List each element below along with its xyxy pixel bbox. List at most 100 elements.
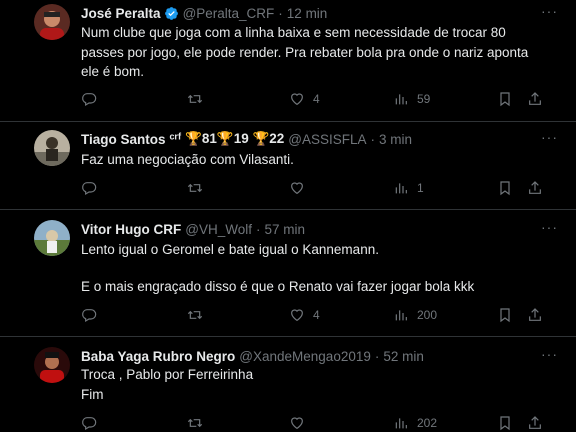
handle[interactable]: @XandeMengao2019 (239, 349, 371, 364)
view-count: 202 (417, 416, 438, 430)
reply-button[interactable] (81, 179, 97, 197)
avatar[interactable] (34, 220, 70, 256)
share-button[interactable] (527, 414, 543, 432)
bookmark-button[interactable] (497, 306, 513, 324)
handle[interactable]: @VH_Wolf (185, 222, 252, 237)
reply-button[interactable] (81, 306, 97, 324)
like-count: 4 (313, 308, 320, 322)
tweet-text: Num clube que joga com a linha baixa e s… (81, 23, 556, 82)
reply-icon (82, 182, 97, 196)
retweet-icon (187, 418, 203, 428)
reply-button[interactable] (81, 90, 97, 108)
reply-feed: José Peralta @Peralta_CRF · 12 min ··· N… (0, 0, 576, 432)
retweet-button[interactable] (187, 90, 203, 108)
tweet-header: Vitor Hugo CRF @VH_Wolf · 57 min (81, 220, 566, 238)
timestamp[interactable]: 57 min (264, 222, 305, 237)
bookmark-icon (500, 92, 510, 107)
display-name[interactable]: Baba Yaga Rubro Negro (81, 349, 235, 364)
share-icon (529, 92, 541, 105)
display-name[interactable]: José Peralta (81, 6, 161, 21)
tweet-header: Baba Yaga Rubro Negro @XandeMengao2019 ·… (81, 347, 566, 365)
bookmark-button[interactable] (497, 179, 513, 197)
bookmark-button[interactable] (497, 414, 513, 432)
retweet-button[interactable] (187, 179, 203, 197)
bookmark-icon (500, 181, 510, 196)
reply-button[interactable] (81, 414, 97, 432)
tweet-header: José Peralta @Peralta_CRF · 12 min (81, 4, 566, 22)
views-button[interactable]: 202 (393, 414, 437, 432)
name-decoration: ᶜʳᶠ 🏆81🏆19 🏆22 (169, 131, 285, 146)
views-button[interactable]: 1 (393, 179, 424, 197)
tweet-text: Lento igual o Geromel e bate igual o Kan… (81, 240, 556, 296)
bookmark-button[interactable] (497, 90, 513, 108)
more-icon[interactable]: ··· (541, 219, 558, 235)
avatar[interactable] (34, 347, 70, 383)
bookmark-icon (500, 308, 510, 323)
tweet-text-line: Lento igual o Geromel e bate igual o Kan… (81, 242, 379, 257)
views-icon (395, 418, 407, 429)
tweet-text: Troca , Pablo por Ferreirinha Fim (81, 365, 556, 404)
display-name[interactable]: Tiago Santos (81, 132, 166, 147)
view-count: 59 (417, 92, 431, 106)
tweet-text-line: Fim (81, 386, 104, 402)
more-icon[interactable]: ··· (541, 3, 558, 19)
like-icon (291, 417, 303, 430)
separator: · (370, 131, 376, 147)
handle[interactable]: @Peralta_CRF (183, 6, 275, 21)
timestamp[interactable]: 12 min (287, 6, 328, 21)
share-button[interactable] (527, 306, 543, 324)
tweet-text-line: ele é bom. (81, 64, 145, 79)
tweet-header: Tiago Santos ᶜʳᶠ 🏆81🏆19 🏆22 @ASSISFLA · … (81, 130, 566, 148)
tweet-text-line: Faz uma negociação com Vilasanti. (81, 152, 294, 167)
like-button[interactable] (289, 179, 305, 197)
views-button[interactable]: 200 (393, 306, 437, 324)
tweet[interactable]: Tiago Santos ᶜʳᶠ 🏆81🏆19 🏆22 @ASSISFLA · … (0, 122, 576, 210)
more-icon[interactable]: ··· (541, 346, 558, 362)
reply-icon (82, 417, 97, 431)
share-button[interactable] (527, 179, 543, 197)
retweet-icon (187, 310, 203, 320)
action-bar: 4 200 (81, 306, 576, 324)
tweet-text-line: Troca , Pablo por Ferreirinha (81, 367, 254, 382)
tweet[interactable]: Vitor Hugo CRF @VH_Wolf · 57 min ··· Len… (0, 210, 576, 337)
tweet[interactable]: Baba Yaga Rubro Negro @XandeMengao2019 ·… (0, 337, 576, 432)
tweet-text-line: E o mais engraçado disso é que o Renato … (81, 278, 475, 294)
avatar[interactable] (34, 4, 70, 40)
views-icon (395, 310, 407, 321)
handle[interactable]: @ASSISFLA (288, 132, 366, 147)
separator: · (278, 5, 283, 21)
tweet[interactable]: José Peralta @Peralta_CRF · 12 min ··· N… (0, 0, 576, 122)
timestamp[interactable]: 3 min (379, 132, 412, 147)
retweet-button[interactable] (187, 306, 203, 324)
retweet-button[interactable] (187, 414, 203, 432)
like-icon (291, 309, 303, 322)
views-button[interactable]: 59 (393, 90, 430, 108)
separator: · (374, 348, 380, 364)
reply-icon (82, 93, 97, 107)
retweet-icon (187, 94, 203, 104)
share-icon (529, 308, 541, 321)
tweet-text: Faz uma negociação com Vilasanti. (81, 150, 556, 170)
more-icon[interactable]: ··· (541, 129, 558, 145)
like-count: 4 (313, 92, 320, 106)
share-icon (529, 181, 541, 194)
like-button[interactable] (289, 414, 305, 432)
avatar[interactable] (34, 130, 70, 166)
like-icon (291, 182, 303, 195)
tweet-text-line: Num clube que joga com a linha baixa e s… (81, 25, 506, 40)
timestamp[interactable]: 52 min (383, 349, 424, 364)
like-button[interactable]: 4 (289, 306, 320, 324)
share-button[interactable] (527, 90, 543, 108)
view-count: 1 (417, 181, 424, 195)
action-bar: 1 (81, 179, 576, 197)
bookmark-icon (500, 416, 510, 431)
views-icon (395, 183, 407, 194)
reply-icon (82, 309, 97, 323)
action-bar: 202 (81, 414, 576, 432)
share-icon (529, 416, 541, 429)
display-name[interactable]: Vitor Hugo CRF (81, 222, 181, 237)
tweet-text-line: passes por jogo, ele pode render. Pra re… (81, 44, 529, 60)
separator: · (255, 221, 261, 237)
view-count: 200 (417, 308, 438, 322)
like-button[interactable]: 4 (289, 90, 320, 108)
